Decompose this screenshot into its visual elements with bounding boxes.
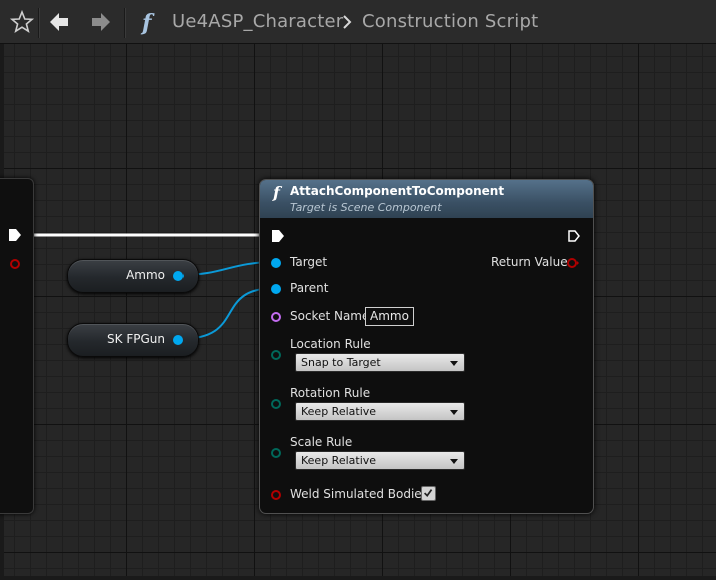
dropdown-arrow-icon (450, 459, 458, 464)
weld-checkbox[interactable] (421, 486, 436, 501)
target-label: Target (290, 255, 328, 269)
checkmark-icon (423, 489, 433, 498)
skfpgun-output-pin[interactable] (172, 334, 184, 346)
weld-label: Weld Simulated Bodies (290, 487, 428, 501)
scale-rule-pin[interactable] (270, 447, 282, 459)
socket-name-label: Socket Name (290, 309, 370, 323)
previous-node[interactable] (0, 178, 34, 514)
ammo-variable-node[interactable]: Ammo (67, 259, 199, 293)
location-rule-value: Snap to Target (301, 356, 381, 369)
function-icon: f (272, 183, 283, 202)
ammo-variable-label: Ammo (126, 268, 165, 282)
parent-label: Parent (290, 281, 329, 295)
location-rule-label: Location Rule (290, 337, 371, 351)
exec-in-pin[interactable] (272, 230, 284, 242)
scale-rule-label: Scale Rule (290, 435, 353, 449)
parent-pin[interactable] (270, 283, 282, 295)
return-value-label: Return Value (491, 255, 568, 269)
ammo-output-pin[interactable] (172, 270, 184, 282)
rotation-rule-label: Rotation Rule (290, 386, 371, 400)
scale-rule-value: Keep Relative (301, 454, 377, 467)
exec-out-pin[interactable] (9, 229, 21, 241)
socket-name-input[interactable]: Ammo (365, 307, 414, 326)
rotation-rule-pin[interactable] (270, 398, 282, 410)
rotation-rule-dropdown[interactable]: Keep Relative (295, 402, 465, 421)
node-header[interactable]: f AttachComponentToComponent Target is S… (260, 180, 593, 218)
skfpgun-variable-node[interactable]: SK FPGun (67, 323, 199, 357)
svg-text:f: f (272, 183, 283, 202)
scale-rule-dropdown[interactable]: Keep Relative (295, 451, 465, 470)
bool-out-pin[interactable] (9, 258, 21, 270)
dropdown-arrow-icon (450, 410, 458, 415)
exec-out-pin[interactable] (568, 230, 580, 242)
dropdown-arrow-icon (450, 361, 458, 366)
location-rule-pin[interactable] (270, 349, 282, 361)
attach-component-node[interactable]: f AttachComponentToComponent Target is S… (259, 179, 594, 514)
node-title: AttachComponentToComponent (290, 184, 505, 198)
location-rule-dropdown[interactable]: Snap to Target (295, 353, 465, 372)
rotation-rule-value: Keep Relative (301, 405, 377, 418)
weld-pin[interactable] (270, 489, 282, 501)
target-pin[interactable] (270, 257, 282, 269)
node-subtitle: Target is Scene Component (290, 201, 442, 214)
socket-name-pin[interactable] (270, 311, 282, 323)
return-value-pin[interactable] (567, 257, 579, 269)
skfpgun-variable-label: SK FPGun (107, 332, 165, 346)
